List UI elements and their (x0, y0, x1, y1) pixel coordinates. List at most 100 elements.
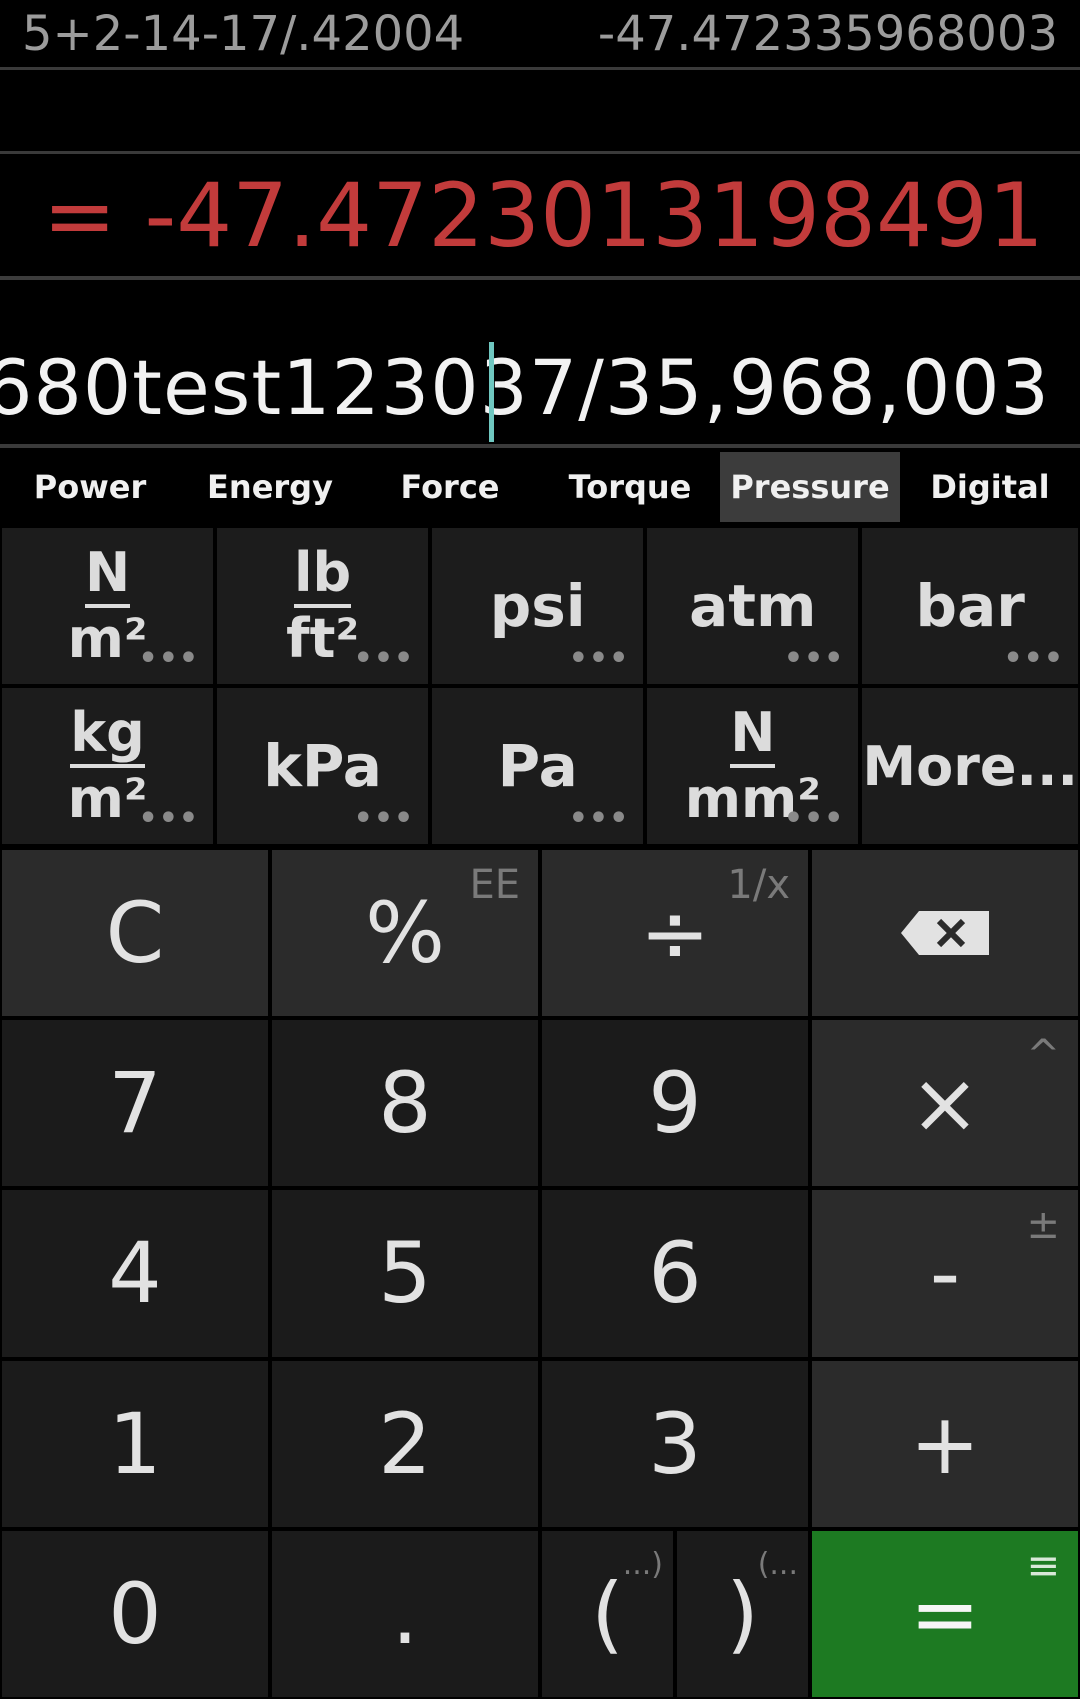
unit-pa-button[interactable]: Pa ••• (432, 688, 644, 844)
key-label: 5 (378, 1224, 432, 1323)
tab-force[interactable]: Force (360, 452, 540, 522)
minus-button[interactable]: - ± (812, 1190, 1078, 1357)
history-value: -47.472335968003 (597, 5, 1058, 62)
decimal-point-button[interactable]: . (272, 1530, 538, 1697)
unit-label: atm (689, 572, 817, 640)
digit-7-button[interactable]: 7 (2, 1020, 268, 1187)
key-label: 2 (378, 1394, 432, 1493)
key-label: 8 (378, 1054, 432, 1153)
tab-energy[interactable]: Energy (180, 452, 360, 522)
more-units-button[interactable]: More... (862, 688, 1078, 844)
plus-button[interactable]: + (812, 1360, 1078, 1527)
history-row[interactable]: 5+2-14-17/.42004 -47.472335968003 (0, 0, 1080, 70)
text-cursor (489, 342, 494, 442)
unit-n-per-mm2-button[interactable]: Nmm² ••• (647, 688, 859, 844)
input-display[interactable]: 3359680test123037/35,968,003 (0, 280, 1080, 448)
open-paren-button[interactable]: ( ...) (542, 1530, 673, 1697)
digit-4-button[interactable]: 4 (2, 1190, 268, 1357)
unit-label: Pa (497, 732, 578, 800)
multiply-button[interactable]: × ^ (812, 1020, 1078, 1187)
key-secondary-label: 1/x (727, 862, 790, 908)
unit-bar-button[interactable]: bar ••• (862, 528, 1078, 684)
unit-numerator: lb (294, 546, 352, 608)
history-expression: 5+2-14-17/.42004 (22, 5, 465, 62)
key-label: . (391, 1564, 419, 1663)
key-secondary-label: EE (469, 862, 520, 908)
key-secondary-label: ^ (1026, 1032, 1060, 1079)
divide-button[interactable]: ÷ 1/x (542, 850, 808, 1017)
key-label: % (365, 884, 445, 983)
key-label: = (909, 1564, 981, 1663)
key-label: 9 (648, 1054, 702, 1153)
unit-numerator: N (730, 706, 776, 768)
percent-button[interactable]: % EE (272, 850, 538, 1017)
more-options-dots: ••• (783, 641, 845, 676)
more-options-dots: ••• (783, 801, 845, 836)
tab-digital[interactable]: Digital (900, 452, 1080, 522)
parentheses-group: ( ...) ) (... (542, 1530, 808, 1697)
more-units-label: More... (862, 734, 1078, 798)
key-secondary-label: (... (757, 1546, 798, 1582)
result-value: = -47.4723013198491 (42, 163, 1044, 267)
key-label: ( (591, 1564, 624, 1663)
more-options-dots: ••• (568, 641, 630, 676)
key-label: C (105, 884, 165, 983)
unit-label: kPa (263, 732, 382, 800)
menu-lines-icon: ≡ (1026, 1542, 1060, 1589)
unit-numerator: kg (70, 706, 145, 768)
history-empty-row (0, 70, 1080, 154)
unit-n-per-m2-button[interactable]: Nm² ••• (2, 528, 214, 684)
more-options-dots: ••• (138, 801, 200, 836)
key-label: 3 (648, 1394, 702, 1493)
key-label: 1 (108, 1394, 162, 1493)
digit-1-button[interactable]: 1 (2, 1360, 268, 1527)
key-label: 0 (108, 1564, 162, 1663)
result-display: = -47.4723013198491 (0, 154, 1080, 280)
unit-denominator: m² (67, 767, 148, 830)
tab-pressure[interactable]: Pressure (720, 452, 900, 522)
digit-6-button[interactable]: 6 (542, 1190, 808, 1357)
key-label: - (929, 1224, 961, 1323)
key-label: × (909, 1054, 981, 1153)
backspace-button[interactable] (812, 850, 1078, 1017)
input-expression: 3359680test123037/35,968,003 (0, 343, 1050, 432)
unit-denominator: ft² (286, 607, 360, 670)
unit-keys: Nm² ••• lb ft² ••• psi ••• atm ••• bar ••… (0, 526, 1080, 846)
key-secondary-label: ± (1026, 1202, 1060, 1249)
backspace-icon (901, 911, 989, 956)
equals-button[interactable]: = ≡ (812, 1530, 1078, 1697)
unit-numerator: N (84, 546, 131, 608)
more-options-dots: ••• (138, 641, 200, 676)
digit-8-button[interactable]: 8 (272, 1020, 538, 1187)
key-label: ) (726, 1564, 759, 1663)
key-label: + (909, 1394, 981, 1493)
key-secondary-label: ...) (622, 1546, 663, 1582)
more-options-dots: ••• (353, 641, 415, 676)
tab-power[interactable]: Power (0, 452, 180, 522)
calculator-keypad: C % EE ÷ 1/x 7 8 9 × ^ 4 5 6 - ± 1 2 3 +… (0, 848, 1080, 1699)
unit-lb-per-ft2-button[interactable]: lb ft² ••• (217, 528, 429, 684)
unit-denominator: m² (67, 607, 148, 670)
digit-2-button[interactable]: 2 (272, 1360, 538, 1527)
key-label: ÷ (639, 884, 711, 983)
unit-psi-button[interactable]: psi ••• (432, 528, 644, 684)
key-label: 7 (108, 1054, 162, 1153)
key-label: 4 (108, 1224, 162, 1323)
clear-button[interactable]: C (2, 850, 268, 1017)
unit-kg-per-m2-button[interactable]: kg m² ••• (2, 688, 214, 844)
unit-atm-button[interactable]: atm ••• (647, 528, 859, 684)
unit-label: psi (489, 572, 586, 640)
close-paren-button[interactable]: ) (... (677, 1530, 808, 1697)
digit-5-button[interactable]: 5 (272, 1190, 538, 1357)
digit-0-button[interactable]: 0 (2, 1530, 268, 1697)
unit-kpa-button[interactable]: kPa ••• (217, 688, 429, 844)
key-label: 6 (648, 1224, 702, 1323)
more-options-dots: ••• (353, 801, 415, 836)
unit-category-tabs: Power Energy Force Torque Pressure Digit… (0, 452, 1080, 522)
more-options-dots: ••• (1003, 641, 1064, 676)
more-options-dots: ••• (568, 801, 630, 836)
unit-label: bar (915, 572, 1025, 640)
tab-torque[interactable]: Torque (540, 452, 720, 522)
digit-9-button[interactable]: 9 (542, 1020, 808, 1187)
digit-3-button[interactable]: 3 (542, 1360, 808, 1527)
